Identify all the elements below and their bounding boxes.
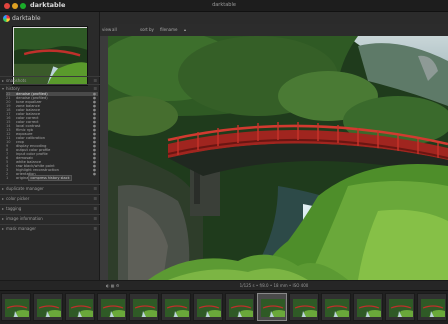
filmstrip-thumbnail[interactable] bbox=[385, 293, 415, 321]
left-panel-bottom bbox=[0, 280, 100, 290]
thumbnail-image bbox=[229, 299, 253, 317]
history-item-number: 1 bbox=[6, 176, 9, 180]
chevron-right-icon: ▸ bbox=[2, 186, 5, 191]
filmstrip-thumbnail[interactable] bbox=[97, 293, 127, 321]
view-filter-dropdown[interactable]: all bbox=[112, 24, 117, 36]
compress-history-button[interactable]: compress history stack bbox=[28, 175, 72, 181]
preset-icon[interactable]: ☰ bbox=[93, 215, 97, 223]
filmstrip-thumbnail[interactable] bbox=[289, 293, 319, 321]
section-color-picker[interactable]: ▸ color picker ☰ bbox=[0, 194, 100, 202]
darkroom-center-view[interactable] bbox=[100, 36, 448, 280]
preset-icon[interactable]: ☰ bbox=[93, 225, 97, 233]
chevron-right-icon: ▸ bbox=[2, 226, 5, 231]
thumbnail-image bbox=[325, 299, 349, 317]
preset-icon[interactable]: ☰ bbox=[93, 185, 97, 193]
title-bar: darktable darktable bbox=[0, 0, 448, 12]
filmstrip-thumbnail[interactable] bbox=[193, 293, 223, 321]
thumbnail-image bbox=[293, 299, 317, 317]
history-list: 22 denoise (profiled) ● 21 denoise (profiled… bbox=[6, 92, 98, 180]
window-title: darktable bbox=[212, 2, 236, 8]
chevron-right-icon: ▸ bbox=[2, 206, 5, 211]
chevron-right-icon: ▸ bbox=[2, 216, 5, 221]
thumbnail-image bbox=[421, 299, 445, 317]
top-toolbar: view all sort by filename ▴ bbox=[100, 24, 448, 36]
filmstrip-thumbnail[interactable] bbox=[65, 293, 95, 321]
brand: darktable bbox=[3, 15, 41, 22]
section-label: mask manager bbox=[6, 226, 36, 231]
photo-image bbox=[108, 36, 448, 280]
thumbnail-image bbox=[69, 299, 93, 317]
filmstrip-thumbnail[interactable] bbox=[417, 293, 447, 321]
section-duplicate-manager[interactable]: ▸ duplicate manager ☰ bbox=[0, 184, 100, 192]
darktable-logo-icon bbox=[3, 15, 10, 22]
thumbnail-image bbox=[165, 299, 189, 317]
thumbnail-image bbox=[5, 299, 29, 317]
section-label: duplicate manager bbox=[6, 186, 44, 191]
thumbnail-image bbox=[261, 299, 285, 317]
main-photo[interactable] bbox=[108, 36, 448, 280]
section-mask-manager[interactable]: ▸ mask manager ☰ bbox=[0, 224, 100, 232]
filmstrip-thumbnail[interactable] bbox=[161, 293, 191, 321]
filmstrip-thumbnail[interactable] bbox=[33, 293, 63, 321]
section-image-information[interactable]: ▸ image information ☰ bbox=[0, 214, 100, 222]
sort-by-dropdown[interactable]: filename bbox=[160, 24, 177, 36]
section-label: snapshots bbox=[6, 78, 27, 83]
image-exif-info: 1/125 s • f/8.0 • 18 mm • ISO 400 bbox=[239, 283, 309, 288]
section-history[interactable]: ▾ history ☰ bbox=[0, 84, 100, 92]
chevron-right-icon: ▸ bbox=[2, 196, 5, 201]
filmstrip-thumbnail[interactable] bbox=[353, 293, 383, 321]
filmstrip-thumbnail[interactable] bbox=[257, 293, 287, 321]
section-label: history bbox=[6, 86, 20, 91]
preset-icon[interactable]: ☰ bbox=[93, 195, 97, 203]
status-bar: ◐ ▦ ⚙ 1/125 s • f/8.0 • 18 mm • ISO 400 bbox=[100, 280, 448, 290]
thumbnail-image bbox=[357, 299, 381, 317]
filmstrip-thumbnail[interactable] bbox=[321, 293, 351, 321]
brand-name: darktable bbox=[12, 15, 41, 22]
section-label: tagging bbox=[6, 206, 22, 211]
section-label: image information bbox=[6, 216, 43, 221]
thumbnail-image bbox=[37, 299, 61, 317]
preset-icon[interactable]: ☰ bbox=[93, 205, 97, 213]
section-label: color picker bbox=[6, 196, 30, 201]
thumbnail-image bbox=[133, 299, 157, 317]
sort-by-label: sort by bbox=[140, 27, 154, 32]
section-snapshots[interactable]: ▸ snapshots ☰ bbox=[0, 76, 100, 84]
thumbnail-image bbox=[389, 299, 413, 317]
filmstrip-thumbnail[interactable] bbox=[225, 293, 255, 321]
filmstrip-thumbnail[interactable] bbox=[1, 293, 31, 321]
view-label: view bbox=[102, 27, 112, 32]
thumbnail-image bbox=[101, 299, 125, 317]
sort-direction-icon[interactable]: ▴ bbox=[184, 24, 186, 36]
chevron-down-icon: ▾ bbox=[2, 86, 5, 91]
filmstrip-thumbnail[interactable] bbox=[129, 293, 159, 321]
thumbnail-image bbox=[197, 299, 221, 317]
filmstrip bbox=[0, 290, 448, 324]
section-tagging[interactable]: ▸ tagging ☰ bbox=[0, 204, 100, 212]
left-panel: darktable ▸ snapshots ☰ ▾ history ☰ 22 de… bbox=[0, 12, 100, 290]
